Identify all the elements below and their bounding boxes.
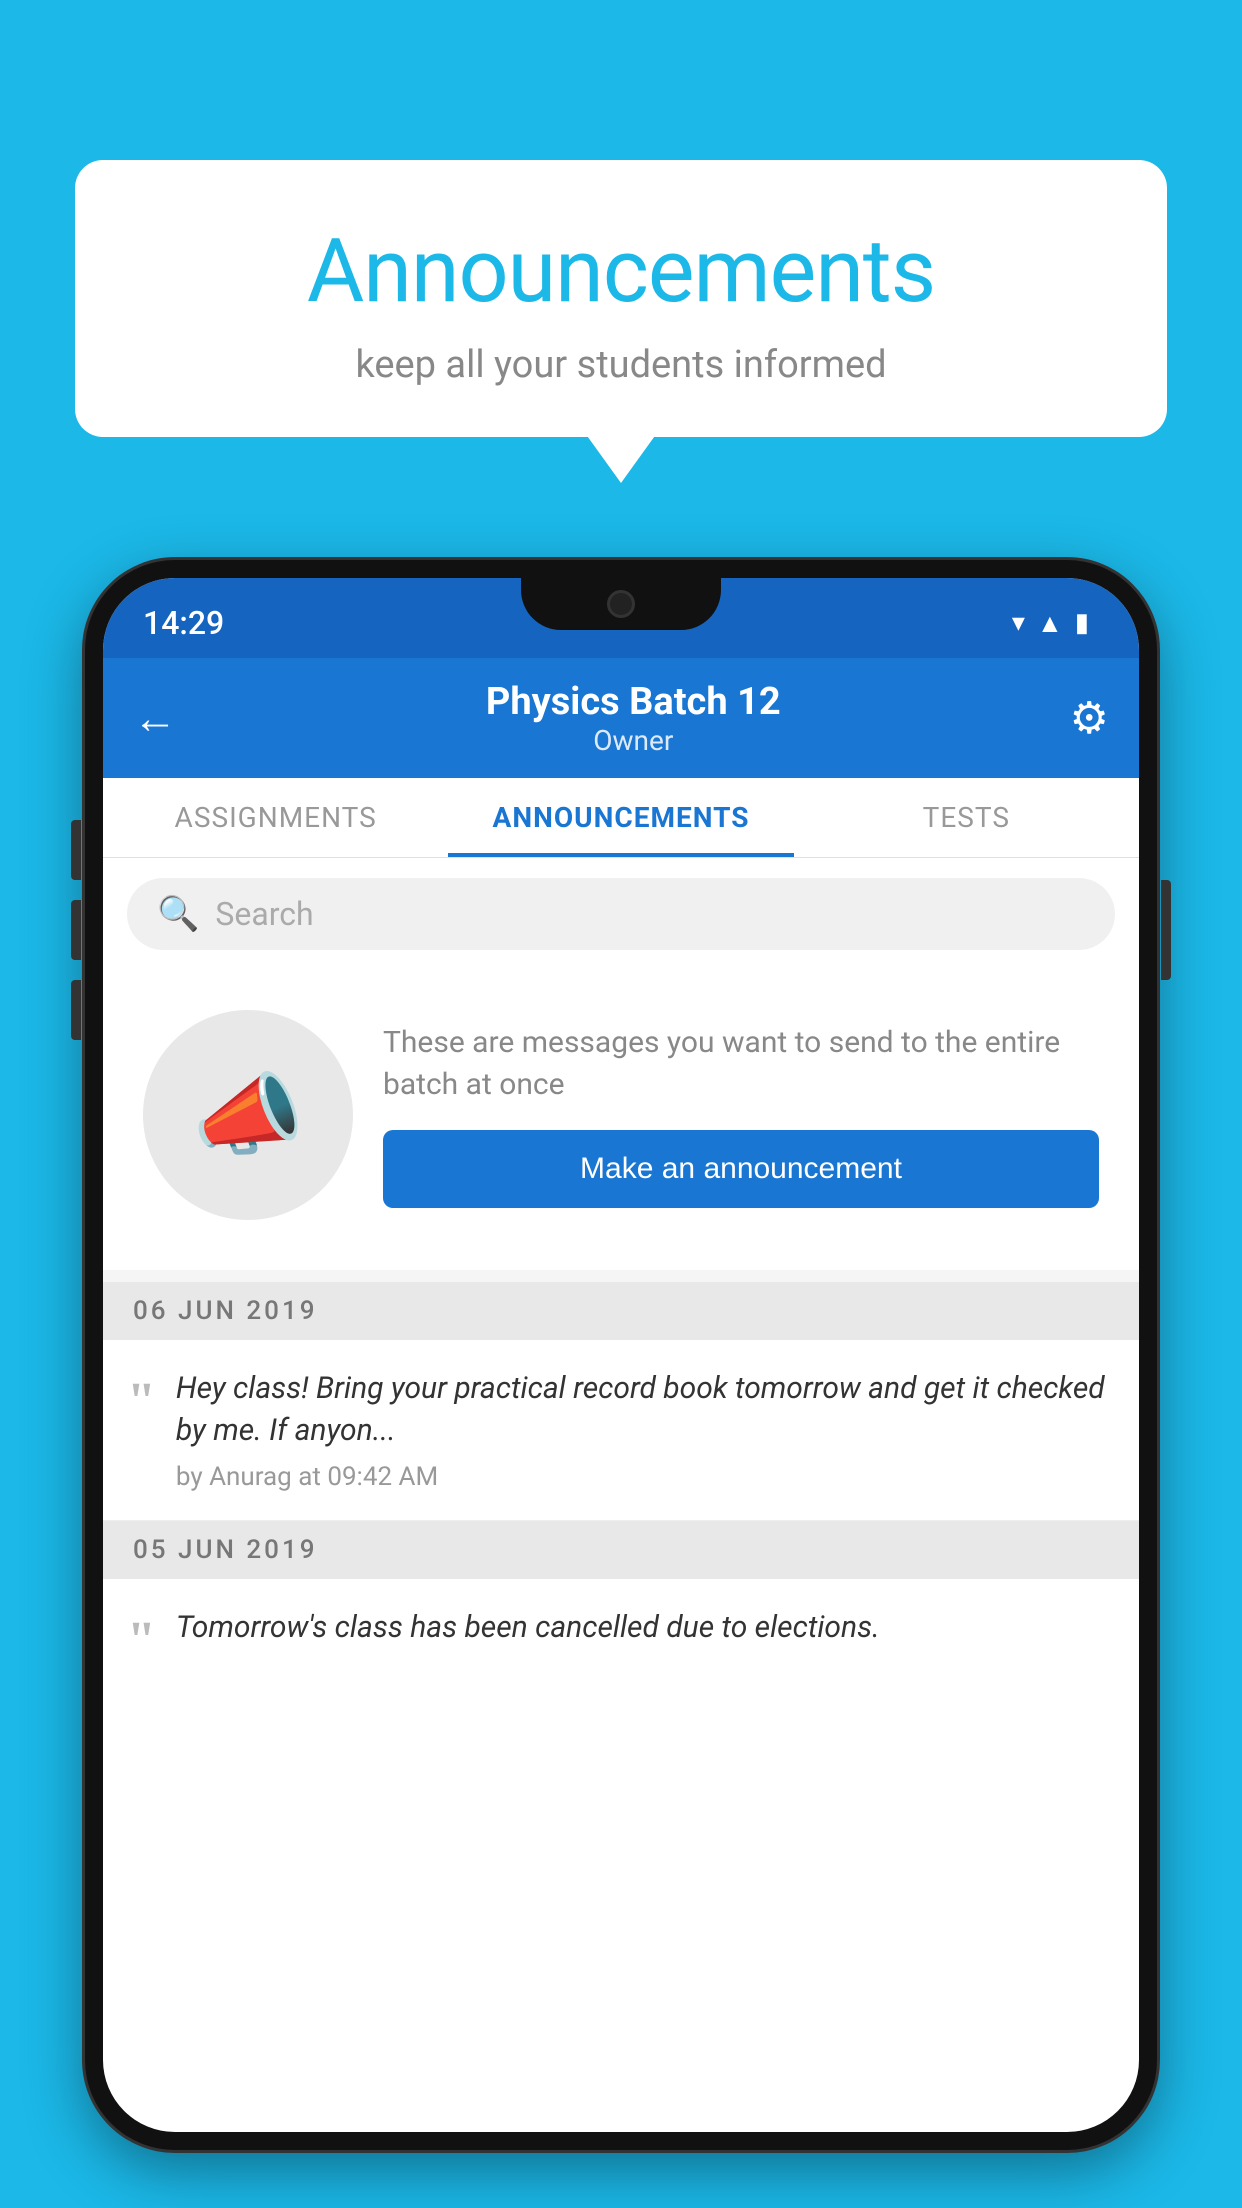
megaphone-icon: 📣 [192, 1063, 304, 1168]
empty-state-description: These are messages you want to send to t… [383, 1022, 1099, 1106]
settings-icon[interactable]: ⚙ [1070, 692, 1109, 744]
search-icon: 🔍 [157, 894, 199, 934]
header-title-block: Physics Batch 12 Owner [197, 680, 1070, 757]
battery-icon: ▮ [1075, 608, 1089, 638]
tab-assignments[interactable]: ASSIGNMENTS [103, 778, 448, 857]
announcement-message-2: Tomorrow's class has been cancelled due … [176, 1607, 1109, 1649]
signal-icon: ▲ [1037, 608, 1063, 639]
status-time: 14:29 [143, 604, 224, 642]
phone-notch [521, 578, 721, 630]
empty-state-right: These are messages you want to send to t… [383, 1022, 1099, 1208]
phone-mockup: 14:29 ▾ ▲ ▮ ← Physics Batch 12 Owner ⚙ [85, 560, 1157, 2208]
search-container: 🔍 Search [103, 858, 1139, 970]
quote-icon-1: " [127, 1376, 156, 1428]
phone-camera [607, 590, 635, 618]
wifi-icon: ▾ [1012, 608, 1025, 638]
date-separator-2: 05 JUN 2019 [103, 1521, 1139, 1579]
announcement-text-2: Tomorrow's class has been cancelled due … [176, 1607, 1109, 1659]
phone-outer: 14:29 ▾ ▲ ▮ ← Physics Batch 12 Owner ⚙ [85, 560, 1157, 2150]
date-separator-1: 06 JUN 2019 [103, 1282, 1139, 1340]
announcement-item-2[interactable]: " Tomorrow's class has been cancelled du… [103, 1579, 1139, 1695]
tabs-bar: ASSIGNMENTS ANNOUNCEMENTS TESTS [103, 778, 1139, 858]
status-icons: ▾ ▲ ▮ [1012, 608, 1089, 639]
batch-role: Owner [197, 724, 1070, 757]
announcement-text-1: Hey class! Bring your practical record b… [176, 1368, 1109, 1492]
phone-screen: 14:29 ▾ ▲ ▮ ← Physics Batch 12 Owner ⚙ [103, 578, 1139, 2132]
speech-bubble-card: Announcements keep all your students inf… [75, 160, 1167, 437]
quote-icon-2: " [127, 1615, 156, 1667]
announcement-icon-circle: 📣 [143, 1010, 353, 1220]
tab-announcements[interactable]: ANNOUNCEMENTS [448, 778, 793, 857]
make-announcement-button[interactable]: Make an announcement [383, 1130, 1099, 1208]
announcement-message-1: Hey class! Bring your practical record b… [176, 1368, 1109, 1452]
tab-tests[interactable]: TESTS [794, 778, 1139, 857]
app-subtitle: keep all your students informed [135, 343, 1107, 387]
empty-state-card: 📣 These are messages you want to send to… [103, 970, 1139, 1270]
speech-bubble-section: Announcements keep all your students inf… [75, 160, 1167, 437]
search-input-wrap[interactable]: 🔍 Search [127, 878, 1115, 950]
back-button[interactable]: ← [133, 692, 177, 744]
announcement-author-1: by Anurag at 09:42 AM [176, 1462, 1109, 1492]
announcement-item-1[interactable]: " Hey class! Bring your practical record… [103, 1340, 1139, 1521]
app-title: Announcements [135, 220, 1107, 323]
app-header: ← Physics Batch 12 Owner ⚙ [103, 658, 1139, 778]
batch-title: Physics Batch 12 [197, 680, 1070, 724]
search-placeholder: Search [215, 895, 313, 933]
content-area: 🔍 Search 📣 These are messages you want t… [103, 858, 1139, 1695]
